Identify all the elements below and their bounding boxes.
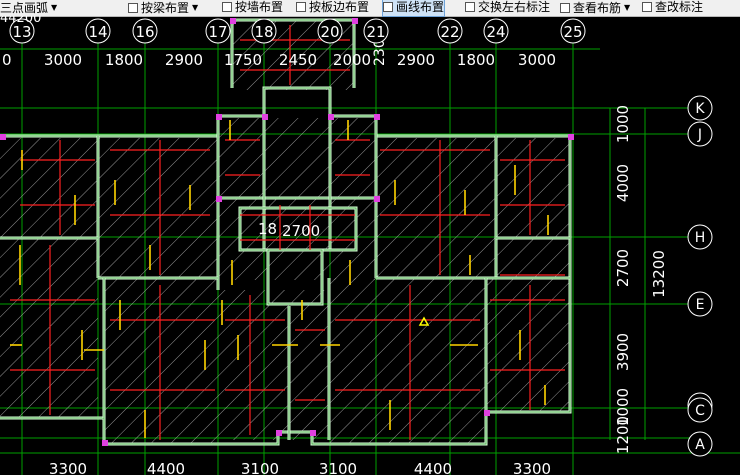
swap-annotation-icon: [465, 2, 475, 12]
draw-line-layout-icon: [383, 2, 393, 12]
slab-hatch: [98, 138, 218, 278]
slab-hatch: [219, 290, 289, 440]
chevron-down-icon[interactable]: ▼: [624, 0, 630, 15]
toolbar-btn-view-rebar[interactable]: 查看布筋 ▼: [560, 0, 630, 16]
slab-hatch: [496, 138, 570, 238]
axis-bubble-number: 24: [486, 23, 505, 41]
axis-bubble-number: 20: [320, 23, 339, 41]
slab-hatch: [484, 278, 570, 413]
chevron-down-icon[interactable]: ▼: [192, 0, 198, 15]
toolbar-btn-label: 画线布置: [396, 0, 445, 14]
bottom-spacing-label: 3100: [241, 460, 279, 475]
slab-hatch: [264, 118, 330, 200]
slab-hatch: [289, 290, 329, 440]
layout-toolbar: 三点画弧 ▼ 按梁布置 ▼ 按墙布置 按板边布置 画线布置 交换左右标注 查看布筋 ▼…: [0, 0, 740, 17]
top-spacing-label: 2900: [397, 51, 435, 69]
top-spacing-label: 1800: [105, 51, 143, 69]
center-dim-label: 2700: [282, 222, 320, 240]
toolbar-btn-label: 交换左右标注: [478, 0, 551, 14]
axis-bubble-number: 17: [208, 23, 227, 41]
toolbar-btn-draw-line-layout[interactable]: 画线布置: [381, 0, 446, 17]
toolbar-btn-label: 查看布筋: [573, 1, 622, 15]
axis-bubble-number: 14: [88, 23, 107, 41]
slab-hatch: [218, 118, 264, 200]
slab-hatch: [104, 278, 219, 443]
top-spacing-label: 3000: [44, 51, 82, 69]
top-spacing-label: 3000: [518, 51, 556, 69]
axis-bubble-number: 18: [254, 23, 273, 41]
slab-edge-layout-icon: [296, 2, 306, 12]
axis-bubble-number: 16: [135, 23, 154, 41]
slab-hatch: [376, 138, 496, 278]
axis-bubble-letter: C: [695, 403, 705, 419]
edit-annotation-icon: [642, 2, 652, 12]
axis-bubble-letter: H: [695, 230, 706, 246]
bottom-spacing-label: 3300: [513, 460, 551, 475]
column: [102, 440, 108, 446]
column: [262, 114, 268, 120]
axis-bubble-letter: E: [696, 297, 705, 313]
column: [328, 114, 334, 120]
slab-hatch: [330, 118, 376, 200]
toolbar-btn-label: 按梁布置: [141, 1, 190, 15]
axis-bubble-letter: J: [697, 127, 702, 143]
top-spacing-label: 1800: [457, 51, 495, 69]
bottom-spacing-label: 3100: [319, 460, 357, 475]
axis-bubble-number: 25: [563, 23, 582, 41]
column: [484, 410, 490, 416]
right-total-label: 13200: [650, 250, 668, 298]
bottom-spacing-label: 3300: [49, 460, 87, 475]
bottom-spacing-label: 4400: [147, 460, 185, 475]
right-spacing-label: 4000: [614, 164, 632, 202]
toolbar-btn-wall-layout[interactable]: 按墙布置: [222, 0, 283, 16]
cad-canvas[interactable]: 3000 1800 2900 1750 2450 2000 2900 1800 30000 230…: [0, 16, 740, 475]
toolbar-btn-slab-edge-layout[interactable]: 按板边布置: [296, 0, 369, 16]
top-spacing-label: 2900: [165, 51, 203, 69]
axis-bubble-number: 21: [366, 23, 385, 41]
axis-bubble-number: 22: [440, 23, 459, 41]
slab-hatch: [0, 138, 98, 238]
top-spacing-label: 1750: [224, 51, 262, 69]
toolbar-btn-edit-annotation[interactable]: 查改标注: [642, 0, 703, 16]
toolbar-btn-label: 三点画弧: [0, 1, 49, 15]
column: [568, 134, 574, 140]
bottom-spacing-label: 4400: [414, 460, 452, 475]
toolbar-btn-three-point-arc[interactable]: 三点画弧 ▼: [0, 0, 57, 16]
beam-layout-icon: [128, 3, 138, 13]
column: [276, 430, 282, 436]
column: [352, 18, 358, 24]
top-spacing-label: 2000: [333, 51, 371, 69]
toolbar-btn-label: 查改标注: [655, 0, 704, 14]
right-spacing-label: 1200: [614, 416, 632, 454]
toolbar-btn-label: 按板边布置: [309, 0, 370, 14]
column: [0, 134, 6, 140]
top-spacing-label: 2450: [279, 51, 317, 69]
right-spacing-label: 2700: [614, 249, 632, 287]
axis-bubble-letter: K: [695, 101, 705, 117]
wall-layout-icon: [222, 2, 232, 12]
toolbar-btn-beam-layout[interactable]: 按梁布置 ▼: [128, 0, 198, 16]
column: [230, 18, 236, 24]
column: [374, 114, 380, 120]
toolbar-btn-swap-annotation[interactable]: 交换左右标注: [465, 0, 550, 16]
column: [310, 430, 316, 436]
right-spacing-label: 1000: [614, 105, 632, 143]
view-rebar-icon: [560, 3, 570, 13]
corner-dimension-label: 44200: [0, 16, 41, 26]
toolbar-btn-label: 按墙布置: [235, 0, 284, 14]
slab-hatch: [329, 278, 484, 443]
chevron-down-icon[interactable]: ▼: [51, 0, 57, 15]
column: [216, 114, 222, 120]
column: [374, 196, 380, 202]
slab-hatch: [496, 238, 570, 278]
top-partial-left-label: 0: [2, 51, 12, 69]
center-dim-label: 18: [258, 220, 277, 238]
right-spacing-label: 3900: [614, 333, 632, 371]
slab-hatch: [0, 238, 98, 418]
axis-bubble-letter: A: [695, 437, 705, 453]
column: [216, 196, 222, 202]
